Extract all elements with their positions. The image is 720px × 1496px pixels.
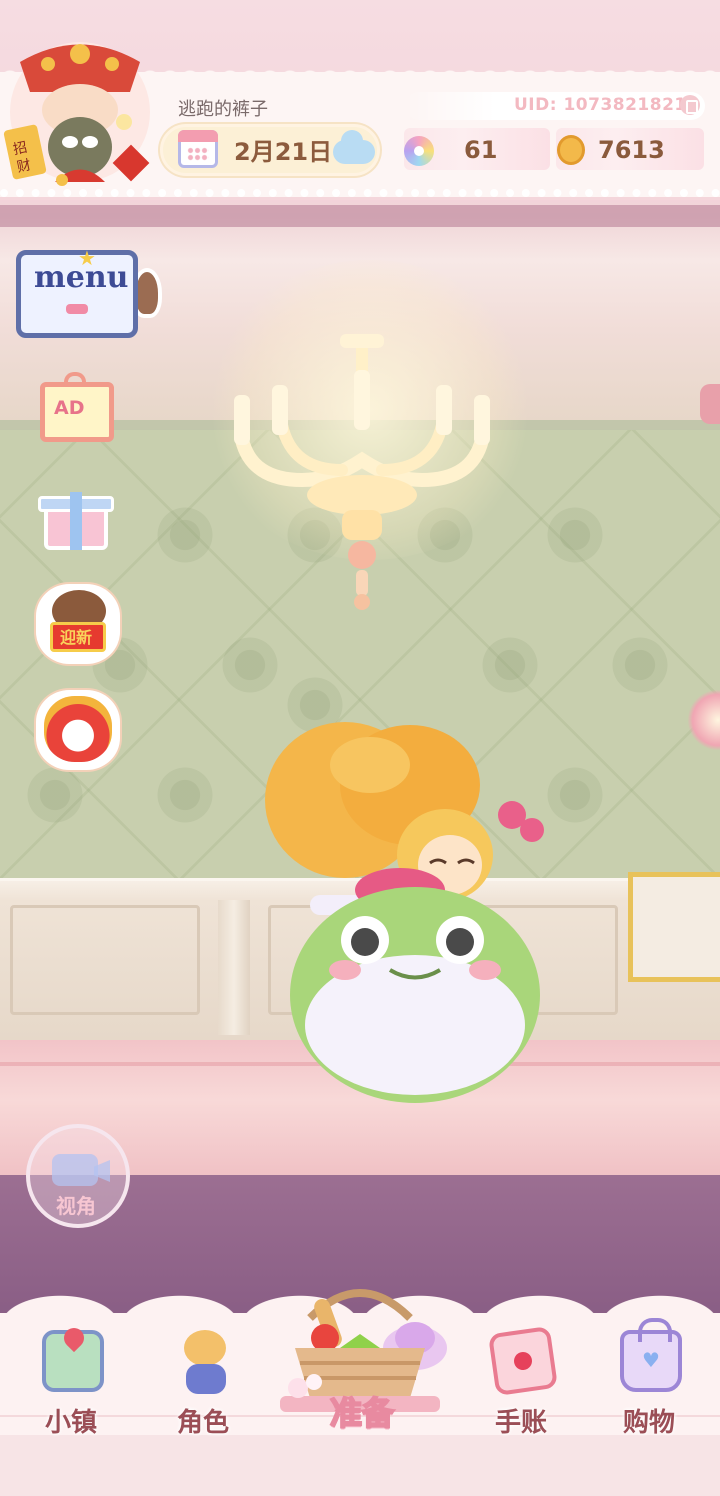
nav-label-town: 小镇: [44, 1408, 97, 1438]
wallpaper-rose: [540, 760, 610, 830]
gold-frame: [628, 872, 720, 982]
camera-view-label: 视角: [56, 1194, 96, 1218]
uid-text: UID: 1073821821: [514, 95, 687, 115]
camera-icon: [52, 1154, 98, 1186]
wallpaper-rose: [150, 500, 220, 570]
new-year-event-button[interactable]: 迎新: [36, 584, 120, 664]
new-year-label: 迎新: [60, 628, 93, 647]
map-icon: [42, 1330, 104, 1392]
nav-label-shop: 购物: [622, 1408, 675, 1438]
calendar-icon: [178, 130, 218, 168]
nav-item-shop[interactable]: 购物: [594, 1318, 704, 1440]
nav-label-journal: 手账: [494, 1408, 547, 1438]
rainbow-flower-icon: [404, 136, 434, 166]
wallpaper-rose: [20, 760, 90, 830]
coin-icon: [557, 135, 585, 165]
weather-cloud-icon: [333, 130, 375, 164]
gem-count: 61: [464, 136, 498, 164]
nav-footer-strip: [0, 1435, 720, 1496]
chandelier: [234, 334, 490, 610]
pillar: [218, 900, 250, 1035]
nav-item-character[interactable]: 角色: [148, 1320, 258, 1440]
ceiling-band: [0, 205, 720, 227]
wallpaper-rose: [150, 760, 220, 830]
menu-button[interactable]: ★ menu: [16, 238, 162, 342]
shopping-bag-icon: [620, 1318, 682, 1392]
wall-panel: [10, 905, 200, 1015]
camera-view-button[interactable]: 视角: [26, 1124, 130, 1228]
nav-label-character: 角色: [176, 1408, 229, 1438]
wallpaper-rose: [605, 630, 675, 700]
nav-item-journal[interactable]: 手账: [466, 1320, 576, 1440]
date-text: 2月21日: [234, 138, 333, 166]
lion-dance-icon: [44, 696, 112, 762]
top-bar: 招 财 逃跑的裤子 UID: 1073821821 2月21日 61 7613: [0, 0, 720, 205]
wallpaper-rose: [215, 630, 285, 700]
nav-item-town[interactable]: 小镇: [16, 1320, 126, 1440]
gift-ribbon: [70, 492, 82, 550]
username: 逃跑的裤子: [178, 99, 268, 120]
wallpaper-rose: [475, 630, 545, 700]
ad-label: AD: [54, 397, 85, 419]
character-icon: [174, 1330, 236, 1394]
wall-lamp-post: [700, 384, 720, 424]
lion-dance-event-button[interactable]: [36, 690, 120, 770]
bow-icon: [66, 304, 88, 314]
nav-label-prepare[interactable]: 准备: [272, 1388, 452, 1434]
ad-button[interactable]: AD: [36, 372, 120, 452]
menu-label: menu: [34, 260, 129, 295]
player-character[interactable]: [250, 705, 550, 1105]
wallpaper-rose: [540, 500, 610, 570]
journal-icon: [487, 1325, 559, 1397]
gift-button[interactable]: [36, 482, 120, 562]
copy-icon[interactable]: [680, 95, 700, 115]
player-avatar[interactable]: 招 财: [0, 32, 160, 192]
coin-count: 7613: [598, 136, 665, 164]
